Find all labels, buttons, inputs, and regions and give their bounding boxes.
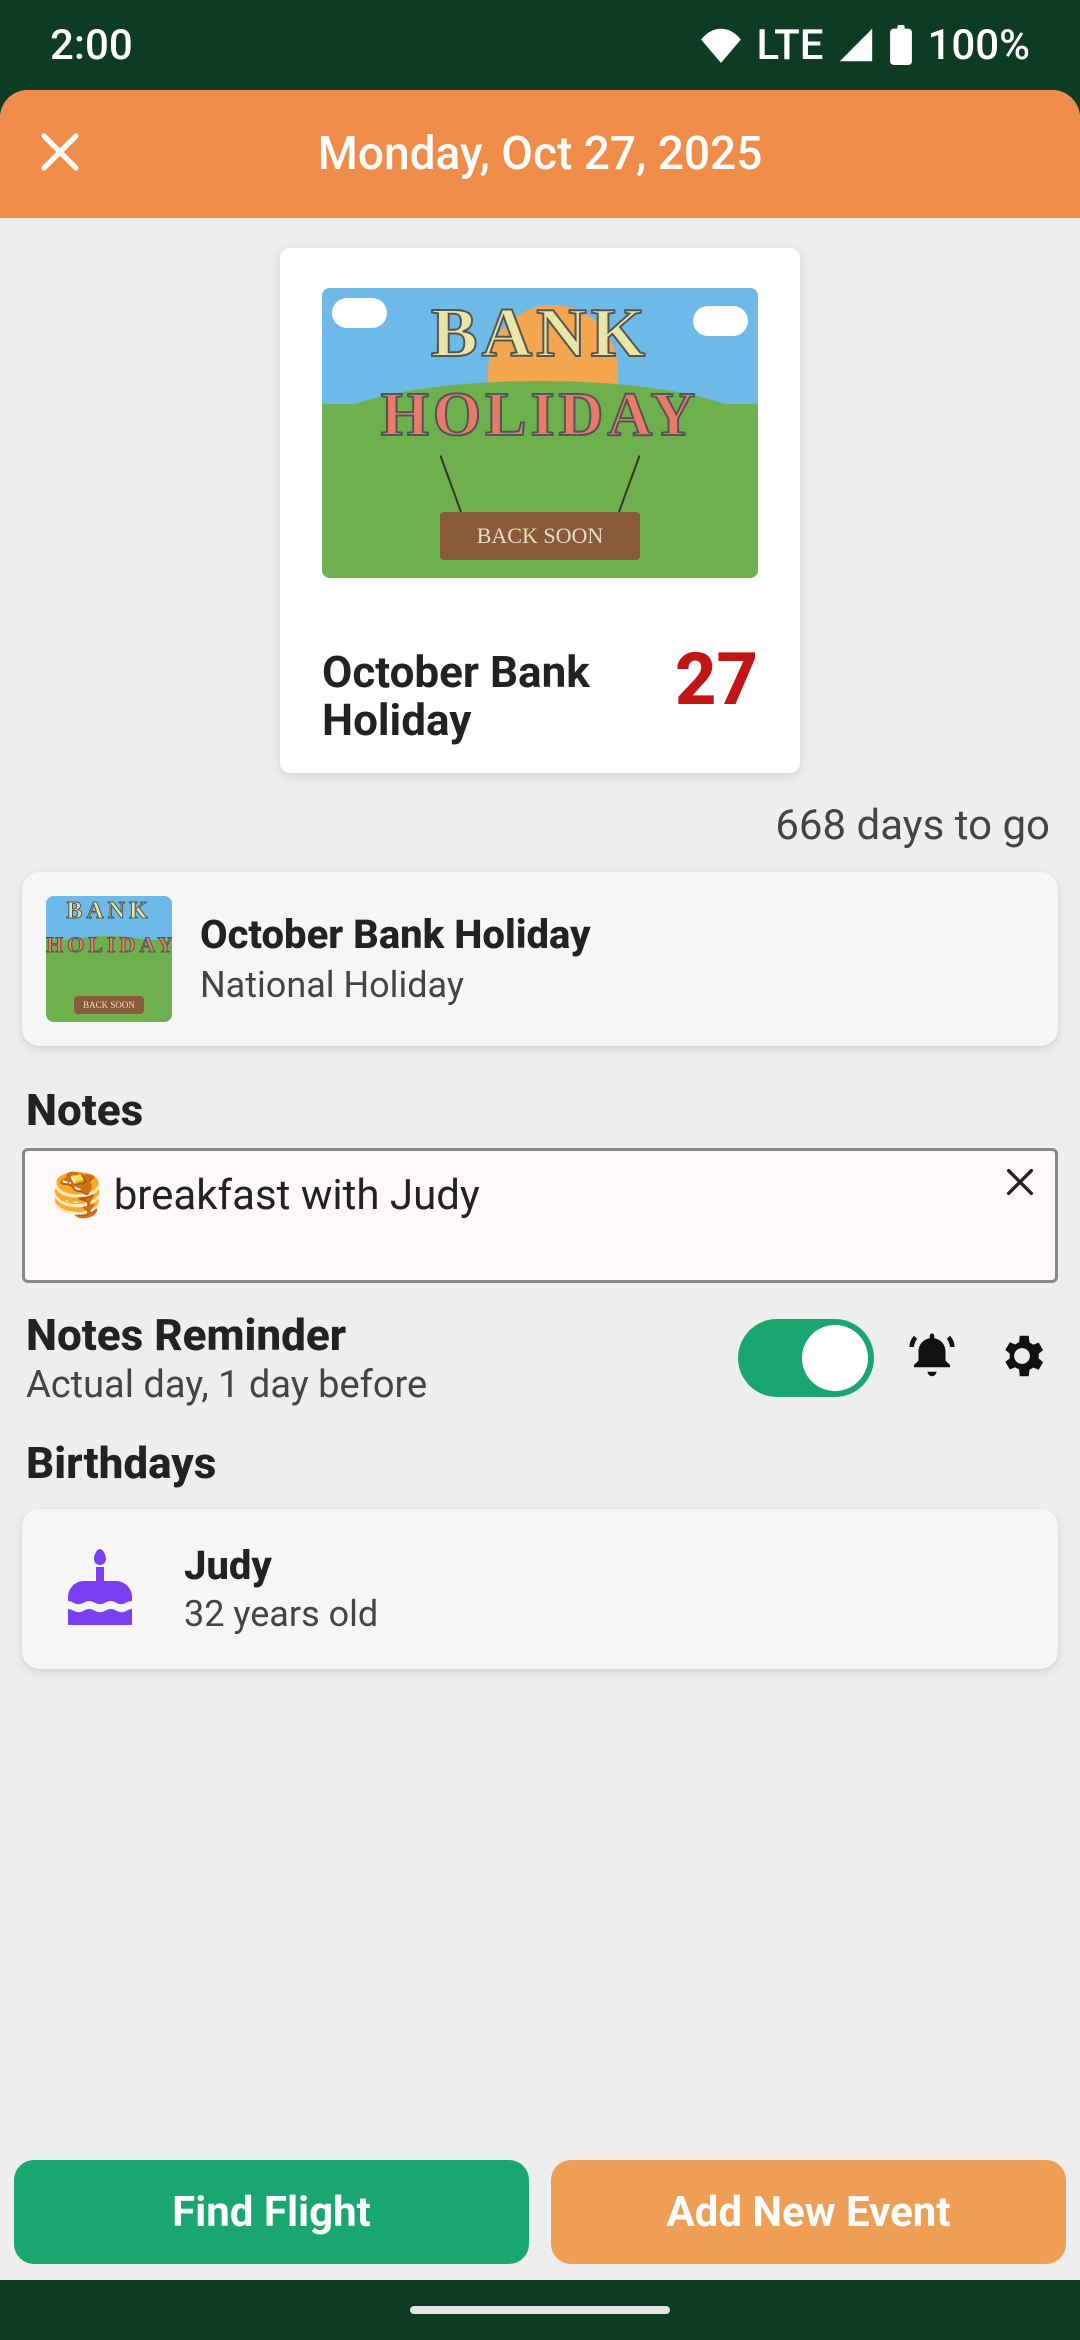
- system-nav-area: [0, 2280, 1080, 2340]
- event-card[interactable]: BANK HOLIDAY BACK SOON October Bank Holi…: [22, 872, 1058, 1046]
- event-thumbnail: BANK HOLIDAY BACK SOON: [46, 896, 172, 1022]
- featured-image-sign: BACK SOON: [440, 512, 640, 560]
- birthday-info: Judy 32 years old: [184, 1542, 378, 1635]
- find-flight-button[interactable]: Find Flight: [14, 2160, 529, 2264]
- event-info: October Bank Holiday National Holiday: [200, 911, 591, 1006]
- wifi-icon: [699, 27, 743, 63]
- network-label: LTE: [757, 21, 824, 70]
- gear-icon: [995, 1329, 1049, 1387]
- notes-reminder-toggle[interactable]: [738, 1319, 874, 1397]
- notes-text: 🥞 breakfast with Judy: [51, 1171, 1029, 1220]
- birthday-card[interactable]: Judy 32 years old: [22, 1509, 1058, 1669]
- content-scroll[interactable]: BANK HOLIDAY BACK SOON October Bank Holi…: [0, 218, 1080, 2280]
- birthday-age: 32 years old: [184, 1593, 378, 1635]
- featured-holiday-image: BANK HOLIDAY BACK SOON: [322, 288, 758, 578]
- battery-icon: [889, 25, 913, 65]
- notes-input[interactable]: 🥞 breakfast with Judy: [22, 1148, 1058, 1283]
- cake-icon: [50, 1539, 150, 1639]
- status-bar: 2:00 LTE 100%: [0, 0, 1080, 90]
- birthdays-heading: Birthdays: [0, 1407, 1080, 1501]
- app-body: Monday, Oct 27, 2025 BANK HOLIDAY BACK S…: [0, 90, 1080, 2280]
- bottom-action-bar: Find Flight Add New Event: [0, 2160, 1080, 2264]
- cellular-icon: [837, 27, 875, 63]
- notes-reminder-heading: Notes Reminder: [26, 1309, 712, 1361]
- header: Monday, Oct 27, 2025: [0, 90, 1080, 218]
- notes-reminder-subtitle: Actual day, 1 day before: [26, 1363, 712, 1407]
- countdown-label: 668 days to go: [0, 783, 1080, 864]
- status-indicators: LTE 100%: [699, 21, 1030, 70]
- header-date-title: Monday, Oct 27, 2025: [30, 127, 1050, 181]
- close-icon: [1003, 1184, 1037, 1203]
- event-title: October Bank Holiday: [200, 911, 591, 958]
- battery-label: 100%: [927, 21, 1030, 70]
- featured-wrapper: BANK HOLIDAY BACK SOON October Bank Holi…: [0, 218, 1080, 783]
- featured-holiday-title: October Bank Holiday: [322, 648, 655, 745]
- status-time: 2:00: [50, 21, 699, 70]
- bell-icon: [905, 1329, 959, 1387]
- featured-image-text-top: BANK: [322, 294, 758, 374]
- notes-clear-button[interactable]: [1003, 1165, 1037, 1203]
- featured-holiday-card[interactable]: BANK HOLIDAY BACK SOON October Bank Holi…: [280, 248, 800, 773]
- reminder-bell-button[interactable]: [900, 1326, 964, 1390]
- notes-heading: Notes: [0, 1054, 1080, 1148]
- add-new-event-button[interactable]: Add New Event: [551, 2160, 1066, 2264]
- reminder-settings-button[interactable]: [990, 1326, 1054, 1390]
- event-subtitle: National Holiday: [200, 964, 591, 1006]
- birthday-name: Judy: [184, 1542, 378, 1589]
- featured-image-text-bottom: HOLIDAY: [322, 380, 758, 451]
- nav-handle[interactable]: [410, 2306, 670, 2314]
- featured-day-number: 27: [675, 648, 758, 713]
- notes-reminder-row: Notes Reminder Actual day, 1 day before: [0, 1283, 1080, 1407]
